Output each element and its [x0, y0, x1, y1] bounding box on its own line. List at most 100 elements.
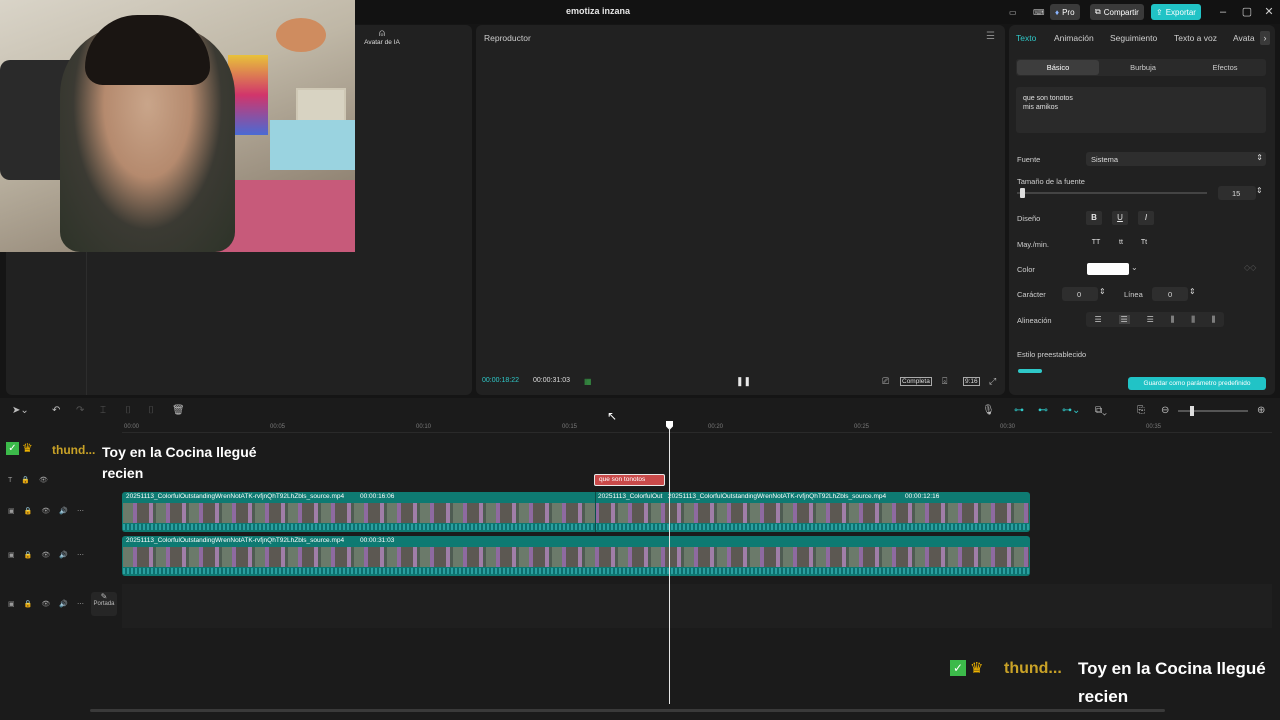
zoom-slider[interactable] [1178, 406, 1248, 416]
menu-icon[interactable]: ☰ [986, 31, 995, 42]
caption-icon[interactable]: ⎘ [1137, 405, 1145, 416]
clip-thumbnails[interactable] [123, 503, 1029, 523]
edit-canvas-icon[interactable]: ⎚ [882, 376, 889, 387]
main-track-controls: ▣ 🔒 👁 🔊 ⋯ [8, 600, 84, 608]
speaker-icon[interactable]: 🔊 [59, 551, 68, 559]
snap-icon[interactable]: ⊶⌄ [1062, 405, 1080, 416]
ai-avatar-tab[interactable]: ⍝ Avatar de IA [360, 28, 404, 46]
font-select[interactable]: Sistema ⇕ [1086, 152, 1266, 166]
maximize-icon[interactable]: ▢ [1239, 4, 1255, 20]
clip-name: 20251113_ColorfulOutstandingWrenNotATK-r… [126, 537, 345, 544]
save-preset-button[interactable]: Guardar como parámetro predefinido [1128, 377, 1266, 390]
chat-message-line-2: recien [1078, 687, 1129, 706]
char-input[interactable]: 0 [1062, 287, 1098, 301]
eye-icon[interactable]: 👁 [41, 551, 50, 559]
mic-icon[interactable]: 🎙 [982, 405, 995, 416]
export-button[interactable]: ⇪ Exportar [1151, 4, 1201, 20]
clip-thumbnails[interactable] [123, 547, 1029, 567]
pause-icon[interactable]: ❚❚ [736, 376, 751, 387]
cover-button[interactable]: ✎ Portada [91, 592, 117, 616]
clip-duration: 00:00:16:06 [360, 493, 395, 500]
lock-icon[interactable]: 🔒 [24, 600, 33, 608]
font-size-input[interactable]: 15 [1218, 186, 1256, 200]
tab-texto[interactable]: Texto [1016, 33, 1036, 43]
slider-handle[interactable] [1020, 188, 1025, 198]
more-icon[interactable]: ⋯ [77, 600, 84, 608]
align-center-icon[interactable]: ☰ [1118, 315, 1130, 324]
zoom-in-icon[interactable]: ⊕ [1257, 405, 1265, 416]
panel-divider [86, 250, 87, 395]
tab-animacion[interactable]: Animación [1054, 33, 1094, 43]
ruler-label: 00:30 [1000, 424, 1016, 430]
speaker-icon[interactable]: 🔊 [59, 507, 68, 515]
font-size-slider[interactable] [1017, 188, 1207, 198]
titlecase-button[interactable]: Tt [1136, 236, 1152, 250]
lock-icon[interactable]: 🔒 [21, 476, 30, 484]
more-icon[interactable]: ⋯ [77, 507, 84, 515]
undo-icon[interactable]: ↶ [52, 405, 60, 416]
chevron-right-icon[interactable]: › [1260, 31, 1270, 45]
split-left-icon[interactable]: ⌷ [125, 405, 131, 416]
track-type-icon: ▣ [8, 601, 15, 608]
line-input[interactable]: 0 [1152, 287, 1188, 301]
layout-icon[interactable]: ▭ [1004, 4, 1022, 20]
split-icon[interactable]: ⌶ [100, 405, 106, 416]
text-clip[interactable]: que son tonotos [594, 474, 665, 486]
split-right-icon[interactable]: ⌷ [148, 405, 154, 416]
eye-icon[interactable]: 👁 [39, 476, 48, 484]
share-icon: ⧉ [1095, 7, 1101, 16]
subtab-basico[interactable]: Básico [1017, 60, 1099, 75]
align-right-icon[interactable]: ☰ [1147, 315, 1154, 324]
preview-axis-icon[interactable]: ⧉⌄ [1095, 405, 1107, 416]
tab-seguimiento[interactable]: Seguimiento [1110, 33, 1157, 43]
font-size-stepper-icon[interactable]: ⇕ [1256, 186, 1263, 195]
text-content-field[interactable]: que son tonotos mis amikos [1016, 87, 1266, 133]
speaker-icon[interactable]: 🔊 [59, 600, 68, 608]
subtab-efectos[interactable]: Efectos [1184, 60, 1266, 75]
subtab-burbuja[interactable]: Burbuja [1102, 60, 1184, 75]
align-left-icon[interactable]: ☰ [1094, 315, 1101, 324]
playhead-line[interactable] [669, 428, 670, 704]
lock-icon[interactable]: 🔒 [24, 551, 33, 559]
share-button[interactable]: ⧉ Compartir [1090, 4, 1144, 20]
screenshot-icon[interactable]: ⌻ [942, 376, 947, 387]
clip-name: 20251113_ColorfulOutstandingWrenNotATK-r… [668, 493, 887, 500]
magnet-icon[interactable]: ⊷ [1038, 405, 1048, 416]
char-stepper-icon[interactable]: ⇕ [1099, 287, 1106, 296]
more-icon[interactable]: ⋯ [77, 551, 84, 559]
align-bottom-icon[interactable]: ⫼ [1212, 315, 1216, 325]
align-top-icon[interactable]: ⫼ [1171, 315, 1175, 325]
zoom-handle[interactable] [1190, 406, 1194, 416]
tab-avatar[interactable]: Avata [1233, 33, 1255, 43]
uppercase-button[interactable]: TT [1088, 236, 1104, 250]
minimize-icon[interactable]: – [1215, 4, 1231, 20]
eye-icon[interactable]: 👁 [41, 507, 50, 515]
timeline-scrollbar[interactable] [90, 709, 1165, 712]
chevron-down-icon[interactable]: ⌄ [1131, 263, 1138, 272]
redo-icon[interactable]: ↷ [76, 405, 84, 416]
keyboard-icon[interactable]: ⌨ [1028, 4, 1050, 20]
close-icon[interactable]: ✕ [1261, 4, 1277, 20]
zoom-out-icon[interactable]: ⊖ [1161, 405, 1169, 416]
underline-icon[interactable]: U [1112, 211, 1128, 225]
eye-icon[interactable]: 👁 [41, 600, 50, 608]
align-middle-icon[interactable]: ⫼ [1191, 315, 1195, 325]
complete-button[interactable]: Completa [900, 377, 932, 386]
color-swatch[interactable] [1087, 263, 1129, 275]
line-stepper-icon[interactable]: ⇕ [1189, 287, 1196, 296]
select-tool-icon[interactable]: ➤⌄ [12, 405, 29, 416]
bold-icon[interactable]: B [1086, 211, 1102, 225]
case-label: May./min. [1017, 240, 1049, 249]
clip-divider [595, 492, 596, 532]
ratio-button[interactable]: 9:16 [963, 377, 980, 386]
delete-icon[interactable]: 🗑 [172, 405, 185, 416]
lock-icon[interactable]: 🔒 [24, 507, 33, 515]
fullscreen-icon[interactable]: ⤢ [989, 376, 996, 387]
pro-button[interactable]: ♦ Pro [1050, 4, 1080, 20]
lowercase-button[interactable]: tt [1113, 236, 1129, 250]
preset-swatch[interactable] [1018, 369, 1042, 373]
link-icon[interactable]: ⊶ [1014, 405, 1024, 416]
italic-icon[interactable]: I [1138, 211, 1154, 225]
tab-texto-a-voz[interactable]: Texto a voz [1174, 33, 1217, 43]
keyframe-icon[interactable]: ◇◇ [1244, 263, 1256, 272]
